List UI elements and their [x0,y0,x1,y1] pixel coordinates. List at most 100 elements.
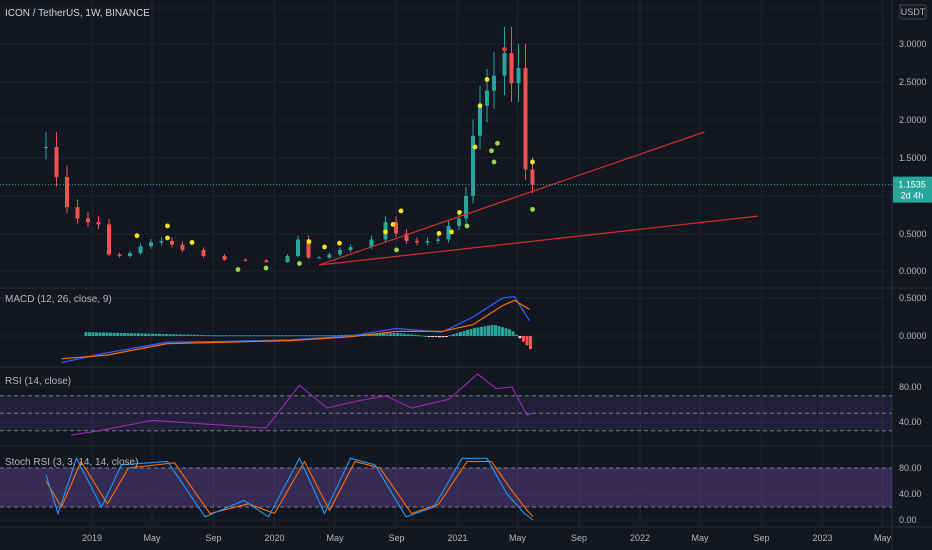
macd-histogram-bar [105,332,109,336]
quote-unit-label: USDT [901,7,926,17]
y-tick-label: 2.0000 [899,115,927,125]
y-tick-label: 80.00 [899,463,922,473]
signal-dot [530,159,535,165]
x-tick-label: May [143,533,161,543]
signal-dot [383,229,388,235]
macd-histogram-bar [340,334,343,336]
macd-histogram-bar [326,335,329,337]
signal-dot [235,267,241,272]
signal-dot [530,206,535,212]
macd-histogram-bar [298,335,301,337]
macd-histogram-bar [102,332,105,336]
macd-histogram-bar [280,335,284,337]
x-tick-label: 2021 [447,533,467,543]
macd-histogram-bar [462,331,466,336]
macd-histogram-bar [119,332,123,336]
x-tick-label: 2020 [264,533,284,543]
candle-body [159,240,164,243]
macd-histogram-bar [515,334,518,336]
macd-histogram-bar [410,334,413,336]
macd-histogram-bar [88,332,91,336]
macd-histogram-bar [529,336,532,350]
signal-dot [189,240,195,245]
y-tick-label: 0.5000 [899,229,927,239]
trading-chart[interactable]: 0.00000.50001.00001.50002.00002.50003.00… [0,0,932,550]
macd-histogram-bar [224,335,228,337]
macd-histogram-bar [305,335,308,337]
macd-histogram-bar [249,335,252,337]
macd-histogram-bar [434,336,438,337]
candle-body [523,68,528,170]
macd-histogram-bar [179,334,182,336]
signal-dot [263,265,269,271]
macd-histogram-bar [483,326,487,336]
y-tick-label: 0.0000 [899,266,927,276]
candle-body [44,147,48,149]
candle-body [264,260,269,262]
x-tick-label: 2019 [82,533,102,543]
candle-body [222,255,227,260]
x-tick-label: 2023 [812,533,832,543]
macd-histogram-bar [452,334,455,336]
candle-body [502,53,507,76]
x-tick-label: May [691,533,709,543]
x-tick-label: Sep [753,533,769,543]
x-tick-label: Sep [205,533,221,543]
macd-histogram-bar [175,334,179,336]
macd-histogram-bar [473,328,476,336]
signal-dot [337,240,342,246]
macd-histogram-bar [221,335,224,337]
candle-body [170,240,174,245]
candle-body [457,218,461,226]
candle-body [201,249,206,256]
candle-body [128,252,132,256]
y-tick-label: 0.00 [899,515,917,525]
candle-body [327,254,332,258]
macd-histogram-bar [438,336,441,338]
bar-countdown: 2d 4h [901,191,924,201]
macd-histogram-bar [466,330,469,336]
y-tick-label: 40.00 [899,489,922,499]
macd-histogram-bar [291,335,294,337]
x-tick-label: Sep [388,533,404,543]
signal-dot [394,247,399,253]
signal-dot [464,223,470,229]
candle-body [243,259,248,261]
macd-histogram-bar [214,335,217,337]
macd-histogram-bar [126,333,130,336]
candle-body [478,105,482,136]
y-tick-label: 1.5000 [899,153,927,163]
macd-histogram-bar [109,332,112,336]
macd-histogram-bar [210,335,214,337]
macd-histogram-bar [91,332,95,336]
candle-body [117,254,122,256]
signal-dot [297,261,302,266]
x-tick-label: Sep [571,533,587,543]
macd-histogram-bar [333,335,336,337]
macd-histogram-bar [161,333,165,336]
y-tick-label: 40.00 [899,417,922,427]
macd-histogram-bar [172,334,175,336]
macd-histogram-bar [455,333,459,336]
macd-histogram-bar [228,335,231,337]
signal-dot [489,148,494,154]
y-tick-label: 3.0000 [899,39,927,49]
signal-dot [484,76,490,82]
macd-histogram-bar [151,333,154,336]
macd-histogram-bar [147,333,151,336]
macd-histogram-bar [140,333,144,336]
macd-histogram-bar [427,336,431,337]
macd-histogram-bar [431,336,434,337]
macd-histogram-bar [399,333,403,336]
macd-histogram-bar [406,334,410,336]
candle-body [338,249,342,255]
macd-histogram-bar [203,335,207,337]
macd-histogram-bar [445,336,448,337]
macd-histogram-bar [301,335,305,337]
signal-dot [134,233,140,239]
macd-histogram-bar [217,335,221,337]
macd-histogram-bar [193,334,196,336]
macd-histogram-bar [382,333,385,336]
candle-body [530,169,535,185]
macd-histogram-bar [196,334,200,336]
